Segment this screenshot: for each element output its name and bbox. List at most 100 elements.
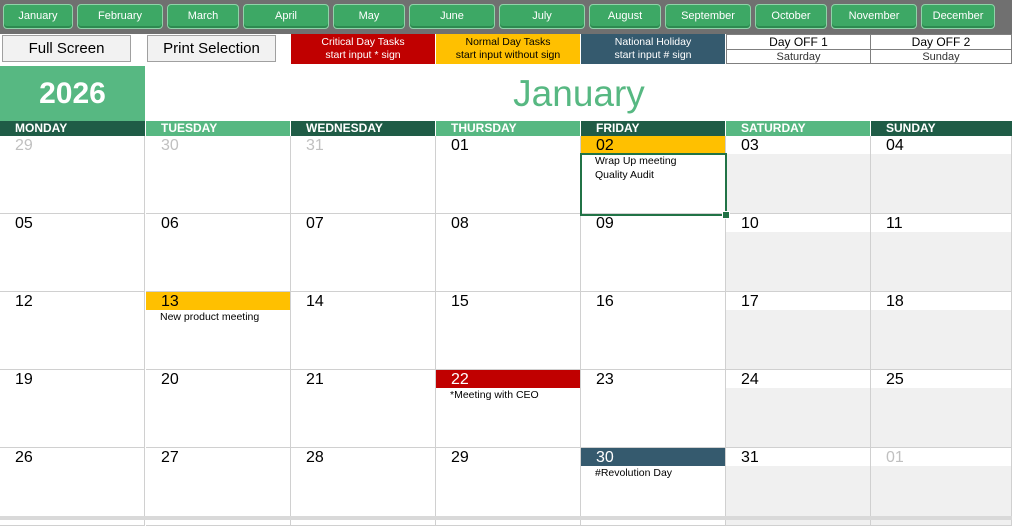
day-number: 24 (726, 370, 870, 388)
task-entry[interactable]: #Revolution Day (581, 466, 725, 480)
weekday-header-thursday: THURSDAY (436, 121, 580, 136)
day-number: 09 (596, 215, 614, 232)
month-title: January (513, 73, 645, 114)
month-tab-april[interactable]: April (243, 4, 329, 29)
day-number: 15 (451, 293, 469, 310)
day-cell[interactable]: 20 (146, 370, 291, 448)
month-tab-december[interactable]: December (921, 4, 995, 29)
day-cell[interactable]: 30 #Revolution Day (581, 448, 726, 526)
day-off-1: Day OFF 1 Saturday (726, 34, 871, 64)
day-number: 10 (726, 214, 870, 232)
day-cell[interactable]: 25 (871, 370, 1012, 448)
day-cell[interactable]: 31 (726, 448, 871, 526)
month-tab-august[interactable]: August (589, 4, 661, 29)
day-cell[interactable]: 10 (726, 214, 871, 292)
day-cell[interactable]: 16 (581, 292, 726, 370)
day-number: 25 (871, 370, 1011, 388)
day-number: 12 (15, 293, 33, 310)
day-number: 08 (451, 215, 469, 232)
day-cell[interactable]: 13 New product meeting (146, 292, 291, 370)
weekday-header-wednesday: WEDNESDAY (291, 121, 435, 136)
day-cell[interactable]: 18 (871, 292, 1012, 370)
day-number: 29 (15, 137, 33, 154)
day-number: 30 (581, 448, 725, 466)
legend-critical-title: Critical Day Tasks (321, 36, 405, 48)
day-cell[interactable]: 29 (0, 136, 145, 214)
day-cell[interactable]: 23 (581, 370, 726, 448)
month-tab-february[interactable]: February (77, 4, 163, 29)
day-number: 04 (871, 136, 1011, 154)
day-number: 16 (596, 293, 614, 310)
legend-critical: Critical Day Tasks start input * sign (291, 34, 435, 64)
cell-selection-outline (580, 153, 727, 216)
day-cell[interactable]: 11 (871, 214, 1012, 292)
task-entry[interactable]: New product meeting (146, 310, 290, 324)
day-number: 30 (161, 137, 179, 154)
day-cell[interactable]: 29 (436, 448, 581, 526)
legend-holiday-title: National Holiday (614, 36, 692, 48)
day-cell[interactable]: 24 (726, 370, 871, 448)
day-cell[interactable]: 04 (871, 136, 1012, 214)
print-selection-button[interactable]: Print Selection (147, 35, 276, 62)
month-tab-november[interactable]: November (831, 4, 917, 29)
weekday-header-sunday: SUNDAY (871, 121, 1012, 136)
legend-holiday: National Holiday start input # sign (581, 34, 725, 64)
day-cell[interactable]: 14 (291, 292, 436, 370)
day-cell[interactable]: 06 (146, 214, 291, 292)
day-cell[interactable]: 03 (726, 136, 871, 214)
legend-normal-title: Normal Day Tasks (465, 36, 551, 48)
weekday-header-saturday: SATURDAY (726, 121, 870, 136)
month-tab-may[interactable]: May (333, 4, 405, 29)
day-number: 01 (871, 448, 1011, 466)
month-tab-march[interactable]: March (167, 4, 239, 29)
horizontal-scrollbar[interactable] (0, 516, 1012, 520)
day-off-1-value[interactable]: Saturday (727, 50, 870, 64)
month-tab-july[interactable]: July (499, 4, 585, 29)
day-number: 23 (596, 371, 614, 388)
fill-handle[interactable] (722, 211, 730, 219)
day-number: 03 (726, 136, 870, 154)
day-cell[interactable]: 15 (436, 292, 581, 370)
day-cell[interactable]: 27 (146, 448, 291, 526)
day-off-1-title: Day OFF 1 (727, 35, 870, 50)
day-off-2-value[interactable]: Sunday (871, 50, 1011, 64)
day-cell[interactable]: 05 (0, 214, 145, 292)
legend-normal: Normal Day Tasks start input without sig… (436, 34, 580, 64)
day-cell[interactable]: 01 (436, 136, 581, 214)
day-cell[interactable]: 22 *Meeting with CEO (436, 370, 581, 448)
month-tab-bar: January February March April May June Ju… (0, 0, 1012, 34)
month-tab-september[interactable]: September (665, 4, 751, 29)
day-number: 05 (15, 215, 33, 232)
day-cell[interactable]: 08 (436, 214, 581, 292)
day-number: 11 (871, 214, 1011, 232)
day-cell[interactable]: 12 (0, 292, 145, 370)
day-cell[interactable]: 21 (291, 370, 436, 448)
day-cell[interactable]: 31 (291, 136, 436, 214)
month-tab-october[interactable]: October (755, 4, 827, 29)
task-entry[interactable]: *Meeting with CEO (436, 388, 580, 402)
month-tab-january[interactable]: January (3, 4, 73, 29)
day-number: 28 (306, 449, 324, 466)
day-number: 22 (436, 370, 580, 388)
day-number: 21 (306, 371, 324, 388)
day-number: 14 (306, 293, 324, 310)
year-display: 2026 (0, 66, 145, 121)
day-cell[interactable]: 19 (0, 370, 145, 448)
weekday-header-friday: FRIDAY (581, 121, 725, 136)
day-cell[interactable]: 26 (0, 448, 145, 526)
day-number: 06 (161, 215, 179, 232)
day-cell[interactable]: 07 (291, 214, 436, 292)
day-number: 19 (15, 371, 33, 388)
day-cell[interactable]: 28 (291, 448, 436, 526)
full-screen-button[interactable]: Full Screen (2, 35, 131, 62)
day-cell[interactable]: 30 (146, 136, 291, 214)
day-cell[interactable]: 09 (581, 214, 726, 292)
day-number: 18 (871, 292, 1011, 310)
day-number: 20 (161, 371, 179, 388)
day-cell[interactable]: 17 (726, 292, 871, 370)
day-number: 31 (306, 137, 324, 154)
legend-normal-sub: start input without sign (455, 49, 561, 61)
month-tab-june[interactable]: June (409, 4, 495, 29)
day-number: 02 (581, 136, 725, 154)
day-cell[interactable]: 01 (871, 448, 1012, 526)
